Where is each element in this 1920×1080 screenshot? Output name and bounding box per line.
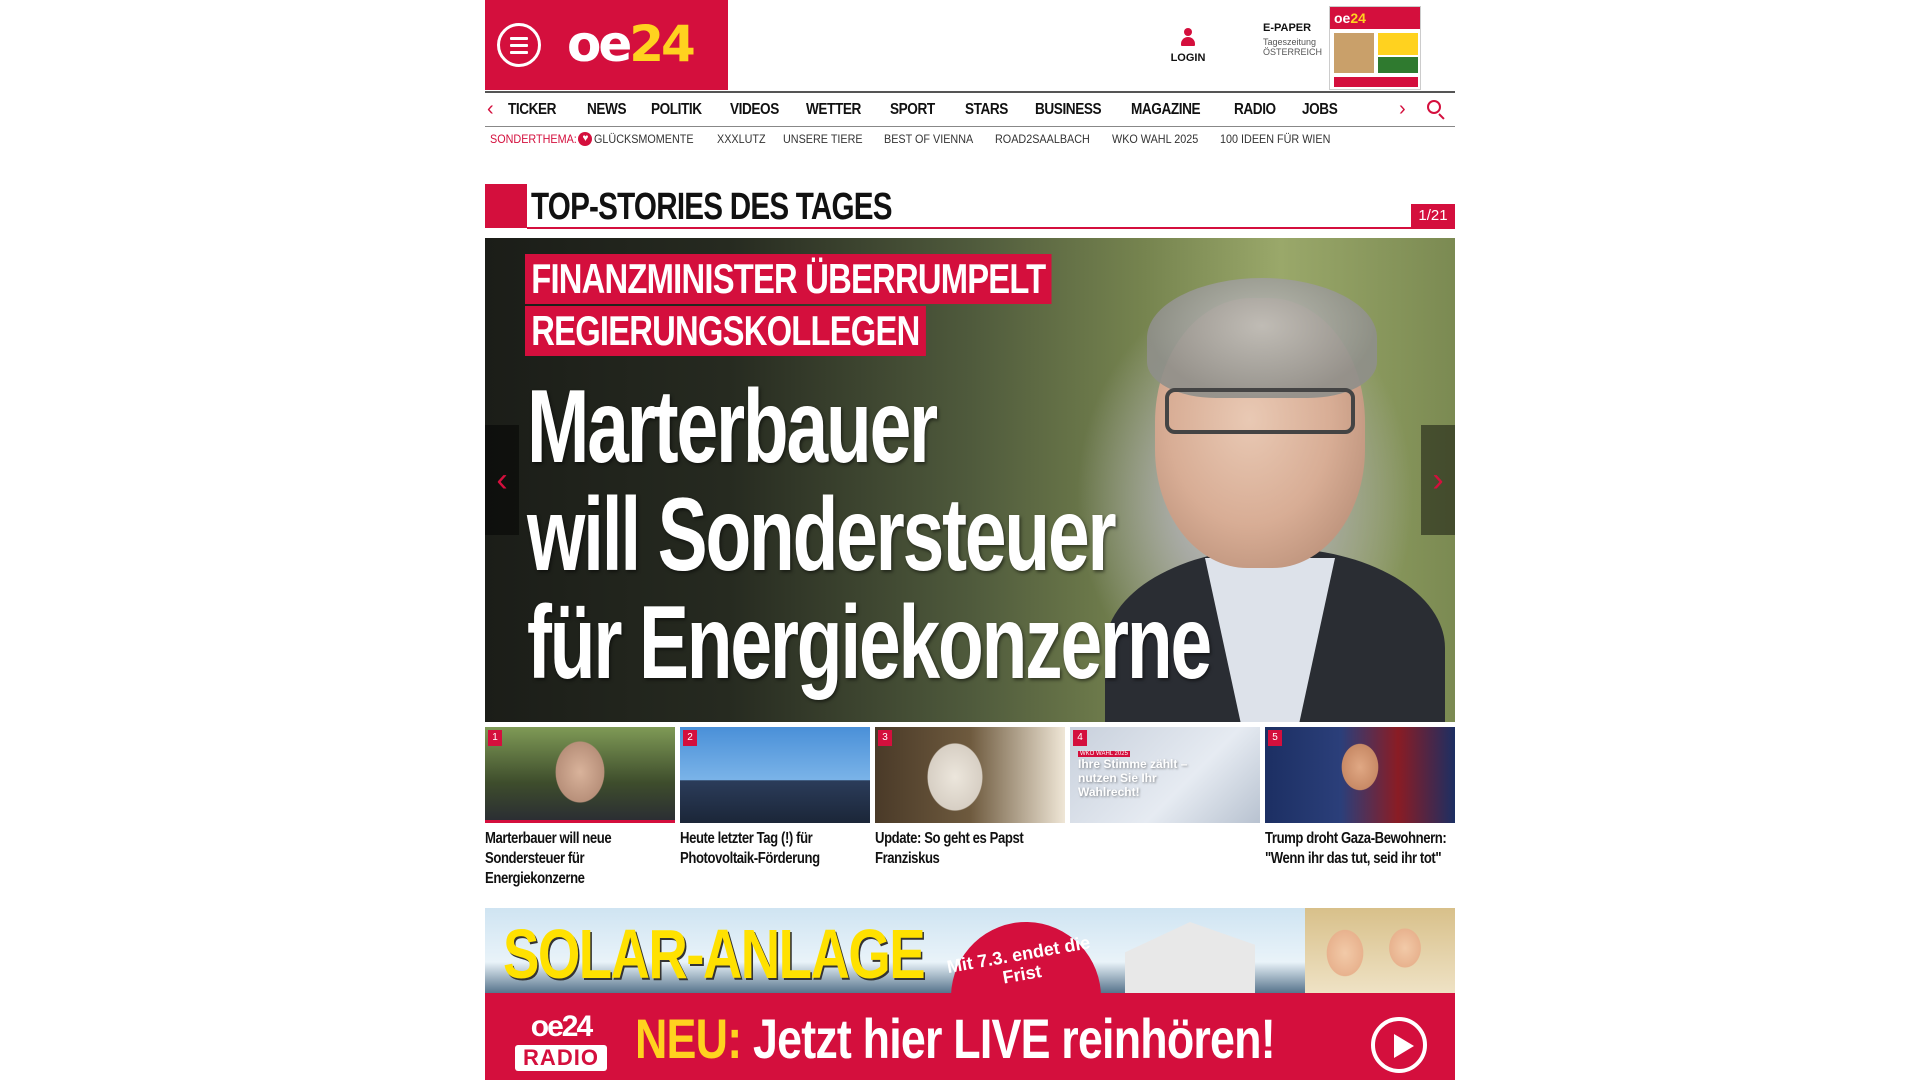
logo-area[interactable]: oe24 <box>485 0 728 90</box>
login-button[interactable]: LOGIN <box>1165 28 1211 64</box>
site-header: oe24 LOGIN E-PAPER Tageszeitung ÖSTERREIC… <box>485 0 1455 90</box>
hero-headline[interactable]: Marterbauer will Sondersteuer für Energi… <box>527 373 1212 697</box>
slider-prev-button[interactable]: ‹ <box>485 425 519 535</box>
hero-kicker-line1: FINANZMINISTER ÜBERRUMPELT <box>525 254 1052 304</box>
epaper-subtitle: Tageszeitung ÖSTERREICH <box>1263 37 1323 57</box>
teaser-item[interactable]: 3 Update: So geht es Papst Franziskus <box>875 727 1065 869</box>
nav-item-wetter[interactable]: WETTER <box>806 101 861 119</box>
teaser-title[interactable]: Trump droht Gaza-Bewohnern: "Wenn ihr da… <box>1265 829 1455 869</box>
hero-story[interactable]: FINANZMINISTER ÜBERRUMPELT REGIERUNGSKOL… <box>485 238 1455 722</box>
chevron-left-icon[interactable]: ‹ <box>487 99 494 119</box>
ad-banner[interactable]: Mit 7.3. endet die Frist SOLAR-ANLAGE <box>485 908 1455 998</box>
nav-item-stars[interactable]: STARS <box>965 101 1008 119</box>
special-topic-link[interactable]: 100 IDEEN FÜR WIEN <box>1220 132 1330 146</box>
special-topic-link[interactable]: GLÜCKSMOMENTE <box>594 132 694 146</box>
teaser-thumbnail[interactable]: 1 <box>485 727 675 823</box>
epaper-title: E-PAPER <box>1263 22 1312 34</box>
page: oe24 LOGIN E-PAPER Tageszeitung ÖSTERREIC… <box>485 0 1455 1080</box>
section-divider <box>527 227 1455 229</box>
user-icon <box>1180 28 1196 48</box>
nav-item-politik[interactable]: POLITIK <box>651 101 702 119</box>
slide-counter: 1/21 <box>1411 204 1455 228</box>
special-topics-bar: SONDERTHEMA: ♥ GLÜCKSMOMENTE XXXLUTZ UNSER… <box>490 129 1355 149</box>
nav-item-ticker[interactable]: TICKER <box>508 101 556 119</box>
epaper-cover-image[interactable]: oe24 <box>1329 6 1421 90</box>
ad-people-image <box>1305 908 1455 998</box>
radio-cta-text[interactable]: NEU: Jetzt hier LIVE reinhören! <box>635 1007 1276 1071</box>
special-topic-link[interactable]: XXXLUTZ <box>717 132 766 146</box>
ad-title: SOLAR-ANLAGE <box>503 915 926 993</box>
special-topics-label: SONDERTHEMA: <box>490 132 577 146</box>
heart-icon: ♥ <box>578 132 593 146</box>
epaper-link[interactable]: E-PAPER Tageszeitung ÖSTERREICH <box>1263 22 1322 57</box>
teaser-title[interactable]: Marterbauer will neue Sondersteuer für E… <box>485 829 675 889</box>
nav-item-magazine[interactable]: MAGAZINE <box>1131 101 1201 119</box>
nav-item-jobs[interactable]: JOBS <box>1302 101 1338 119</box>
special-topic-link[interactable]: ROAD2SAALBACH <box>995 132 1090 146</box>
login-label: LOGIN <box>1170 52 1206 64</box>
chevron-right-icon[interactable]: › <box>1399 99 1406 119</box>
site-logo[interactable]: oe24 <box>567 14 696 74</box>
special-topic-link[interactable]: UNSERE TIERE <box>783 132 863 146</box>
nav-item-business[interactable]: BUSINESS <box>1035 101 1102 119</box>
teaser-title[interactable]: Heute letzter Tag (!) für Photovoltaik-F… <box>680 829 870 869</box>
play-icon[interactable] <box>1371 1017 1427 1073</box>
slider-next-button[interactable]: › <box>1421 425 1455 535</box>
special-topic-link[interactable]: BEST OF VIENNA <box>884 132 973 146</box>
ad-house-image <box>1125 922 1255 998</box>
nav-item-videos[interactable]: VIDEOS <box>730 101 779 119</box>
nav-item-radio[interactable]: RADIO <box>1234 101 1276 119</box>
ad-badge: Mit 7.3. endet die Frist <box>939 910 1113 998</box>
teaser-item[interactable]: 2 Heute letzter Tag (!) für Photovoltaik… <box>680 727 870 869</box>
nav-item-sport[interactable]: SPORT <box>890 101 935 119</box>
section-title: TOP-STORIES DES TAGES <box>531 186 893 228</box>
hero-kicker-line2: REGIERUNGSKOLLEGEN <box>525 306 926 356</box>
teaser-thumbnail[interactable]: 4 WKO WAHL 2025 Ihre Stimme zählt – nutz… <box>1070 727 1260 823</box>
search-icon[interactable] <box>1427 100 1447 120</box>
radio-logo: oe24 RADIO <box>515 1011 607 1075</box>
main-nav: ‹ TICKER NEWS POLITIK VIDEOS WETTER SPORT STAR… <box>485 91 1455 127</box>
special-topic-link[interactable]: WKO WAHL 2025 <box>1112 132 1198 146</box>
teaser-thumbnail[interactable]: 2 <box>680 727 870 823</box>
teaser-title[interactable]: Update: So geht es Papst Franziskus <box>875 829 1065 869</box>
teaser-row: 1 Marterbauer will neue Sondersteuer für… <box>485 727 1455 897</box>
teaser-item[interactable]: 1 Marterbauer will neue Sondersteuer für… <box>485 727 675 889</box>
teaser-thumbnail[interactable]: 3 <box>875 727 1065 823</box>
section-marker <box>485 184 527 228</box>
teaser-item[interactable]: 4 WKO WAHL 2025 Ihre Stimme zählt – nutz… <box>1070 727 1260 829</box>
nav-item-news[interactable]: NEWS <box>587 101 627 119</box>
section-heading: TOP-STORIES DES TAGES 1/21 <box>485 184 1455 230</box>
nav-items: TICKER NEWS POLITIK VIDEOS WETTER SPORT STARS B… <box>508 93 1343 127</box>
menu-icon[interactable] <box>497 23 541 67</box>
radio-banner[interactable]: oe24 RADIO NEU: Jetzt hier LIVE reinhöre… <box>485 993 1455 1080</box>
teaser-thumbnail[interactable]: 5 <box>1265 727 1455 823</box>
teaser-item[interactable]: 5 Trump droht Gaza-Bewohnern: "Wenn ihr … <box>1265 727 1455 869</box>
